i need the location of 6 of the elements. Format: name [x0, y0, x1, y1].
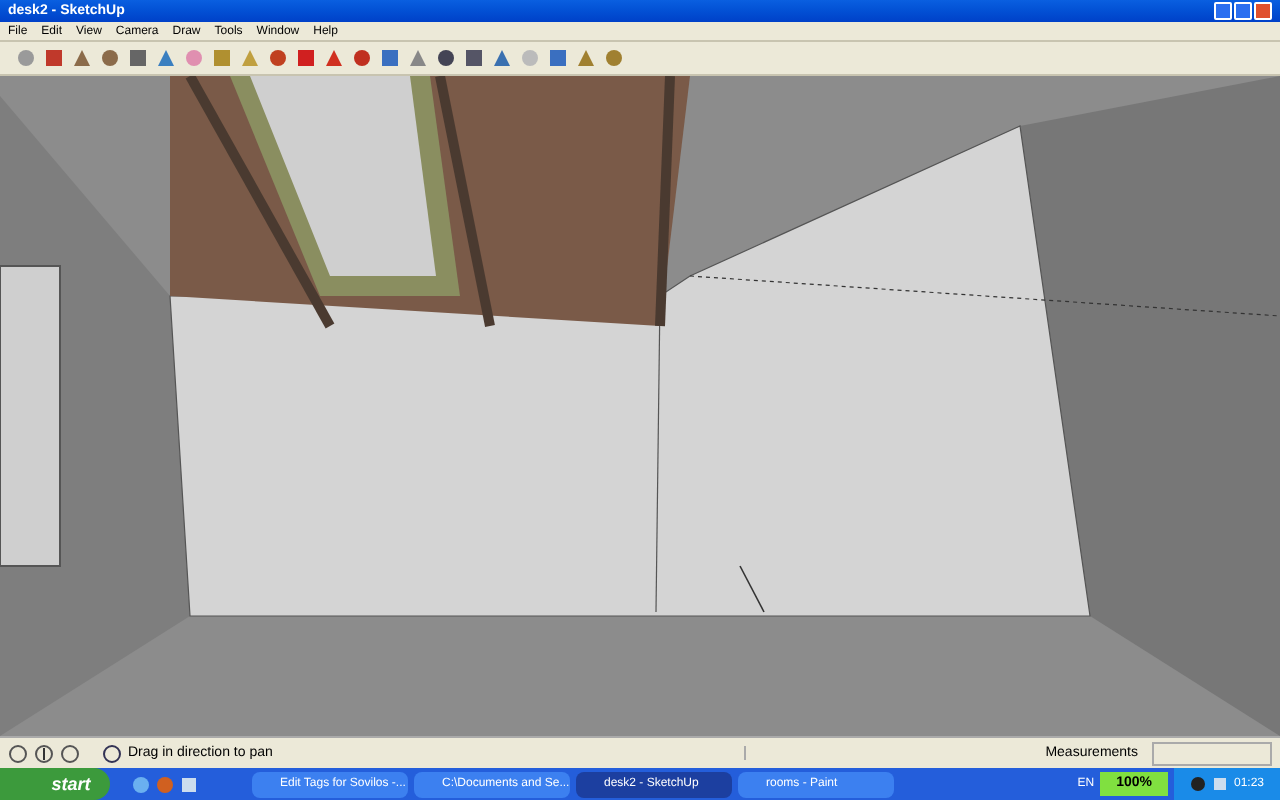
- restore-button[interactable]: [1234, 2, 1252, 20]
- close-button[interactable]: [1254, 2, 1272, 20]
- start-button[interactable]: start: [0, 768, 110, 800]
- measurements-field[interactable]: [1152, 741, 1272, 765]
- circle-icon[interactable]: [60, 743, 80, 763]
- minimize-button[interactable]: [1214, 2, 1232, 20]
